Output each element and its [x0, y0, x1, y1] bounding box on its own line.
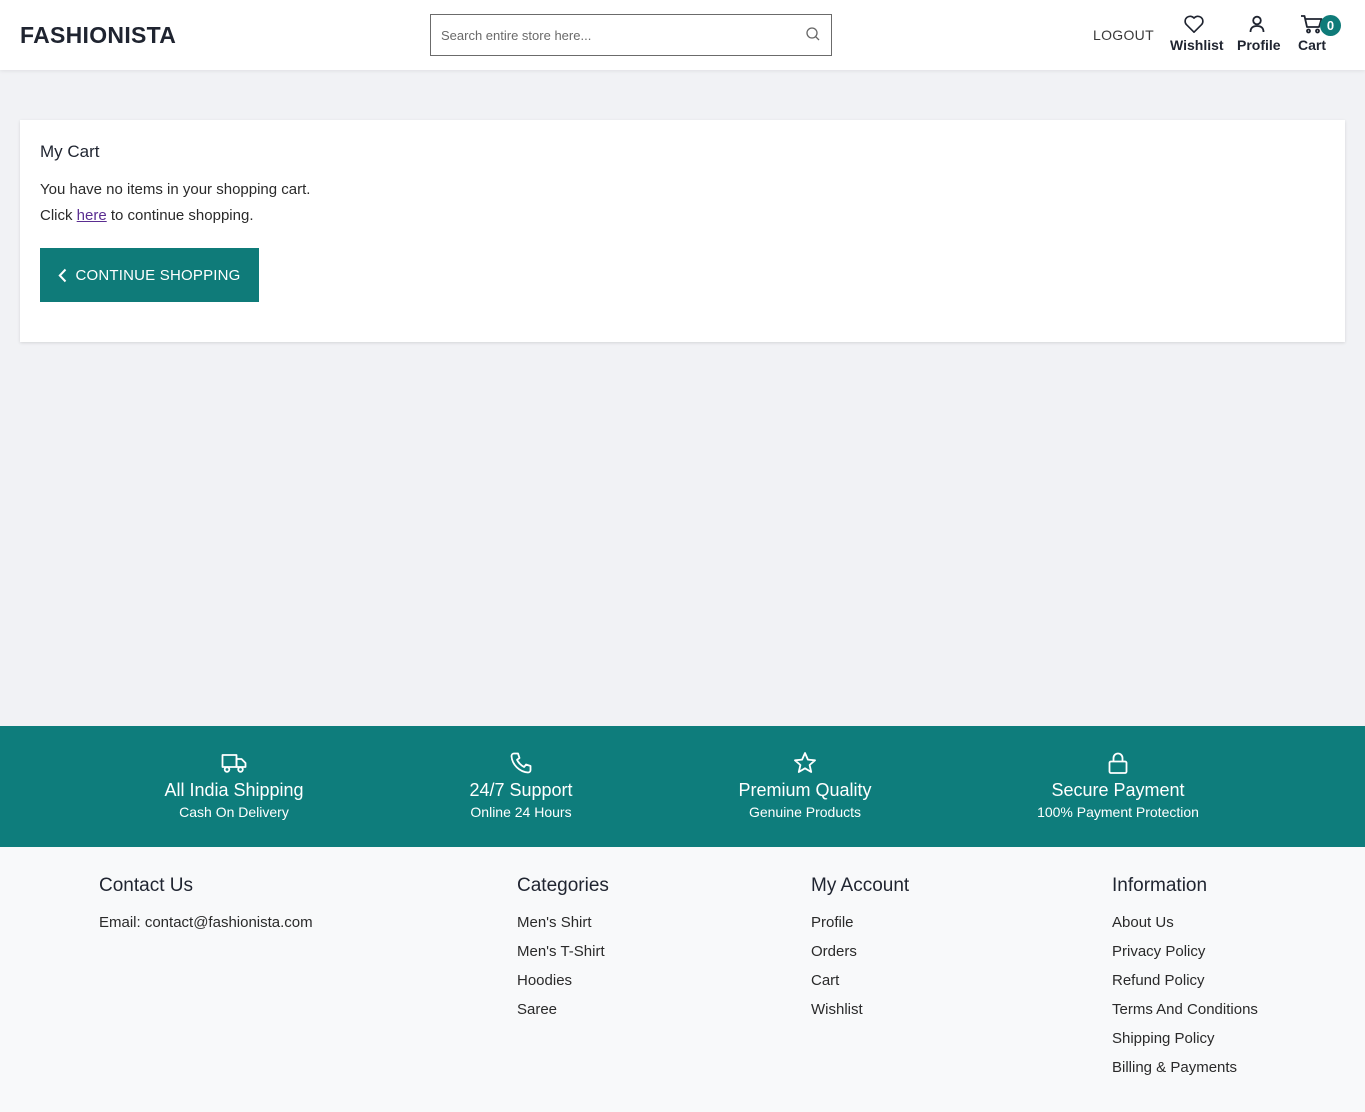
- feature-shipping: All India Shipping Cash On Delivery: [104, 751, 364, 823]
- footer-link-mens-tshirt[interactable]: Men's T-Shirt: [517, 943, 609, 972]
- continue-shopping-text: Click here to continue shopping.: [40, 207, 254, 224]
- heart-icon: [1183, 15, 1204, 33]
- footer-link-about-us[interactable]: About Us: [1112, 914, 1258, 943]
- click-suffix: to continue shopping.: [110, 207, 254, 224]
- search-bar: [430, 14, 832, 56]
- footer-link-mens-shirt[interactable]: Men's Shirt: [517, 914, 609, 943]
- footer-link-privacy-policy[interactable]: Privacy Policy: [1112, 943, 1258, 972]
- search-icon[interactable]: [805, 26, 821, 42]
- footer-heading: Categories: [517, 875, 609, 896]
- feature-payment: Secure Payment 100% Payment Protection: [988, 751, 1248, 823]
- footer-link-profile[interactable]: Profile: [811, 914, 909, 943]
- continue-shopping-button[interactable]: CONTINUE SHOPPING: [40, 248, 259, 302]
- feature-subtitle: Genuine Products: [748, 804, 862, 820]
- footer-link-wishlist[interactable]: Wishlist: [811, 1001, 909, 1030]
- site-logo[interactable]: FASHIONISTA: [20, 22, 176, 49]
- footer-link-saree[interactable]: Saree: [517, 1001, 609, 1030]
- footer-heading: Contact Us: [99, 875, 193, 896]
- logout-link[interactable]: LOGOUT: [1093, 27, 1154, 43]
- feature-title: Premium Quality: [738, 780, 872, 800]
- feature-title: Secure Payment: [1051, 780, 1185, 800]
- feature-subtitle: Online 24 Hours: [470, 804, 572, 820]
- footer-information: Information About Us Privacy Policy Refu…: [1112, 875, 1258, 1088]
- empty-cart-message: You have no items in your shopping cart.: [40, 181, 311, 198]
- footer-contact: Contact Us Email: contact@fashionista.co…: [99, 875, 313, 931]
- footer-link-hoodies[interactable]: Hoodies: [517, 972, 609, 1001]
- footer-link-orders[interactable]: Orders: [811, 943, 909, 972]
- feature-subtitle: 100% Payment Protection: [1037, 804, 1199, 820]
- footer-link-billing-payments[interactable]: Billing & Payments: [1112, 1059, 1258, 1088]
- continue-shopping-label: CONTINUE SHOPPING: [75, 266, 241, 284]
- contact-email[interactable]: Email: contact@fashionista.com: [99, 914, 313, 931]
- cart-label: Cart: [1297, 37, 1326, 53]
- truck-icon: [221, 754, 247, 773]
- click-prefix: Click: [40, 207, 73, 224]
- footer-heading: Information: [1112, 875, 1208, 896]
- site-header: FASHIONISTA LOGOUT Wishlist Profile Cart…: [0, 0, 1365, 70]
- features-band: All India Shipping Cash On Delivery 24/7…: [0, 726, 1365, 847]
- footer-link-terms[interactable]: Terms And Conditions: [1112, 1001, 1258, 1030]
- wishlist-label: Wishlist: [1170, 37, 1224, 53]
- feature-support: 24/7 Support Online 24 Hours: [391, 751, 651, 823]
- site-footer: Contact Us Email: contact@fashionista.co…: [0, 847, 1365, 1112]
- wishlist-link[interactable]: Wishlist: [1170, 14, 1224, 53]
- feature-title: All India Shipping: [164, 780, 304, 800]
- lock-icon: [1108, 752, 1128, 774]
- footer-heading: My Account: [811, 875, 910, 896]
- cart-panel: My Cart You have no items in your shoppi…: [20, 120, 1345, 342]
- footer-link-refund-policy[interactable]: Refund Policy: [1112, 972, 1258, 1001]
- profile-link[interactable]: Profile: [1237, 14, 1281, 53]
- feature-subtitle: Cash On Delivery: [179, 804, 289, 820]
- phone-icon: [510, 752, 532, 774]
- footer-account: My Account Profile Orders Cart Wishlist: [811, 875, 909, 1030]
- feature-title: 24/7 Support: [469, 780, 573, 800]
- footer-link-cart[interactable]: Cart: [811, 972, 909, 1001]
- cart-link[interactable]: Cart 0: [1297, 14, 1341, 53]
- chevron-left-icon: [58, 268, 67, 282]
- profile-label: Profile: [1237, 37, 1281, 53]
- page-title: My Cart: [40, 142, 100, 161]
- footer-categories: Categories Men's Shirt Men's T-Shirt Hoo…: [517, 875, 609, 1030]
- star-icon: [794, 752, 816, 773]
- cart-count-badge: 0: [1320, 15, 1341, 36]
- user-icon: [1249, 15, 1265, 33]
- search-input[interactable]: [431, 15, 791, 55]
- here-link[interactable]: here: [77, 207, 107, 224]
- feature-quality: Premium Quality Genuine Products: [675, 751, 935, 823]
- footer-link-shipping-policy[interactable]: Shipping Policy: [1112, 1030, 1258, 1059]
